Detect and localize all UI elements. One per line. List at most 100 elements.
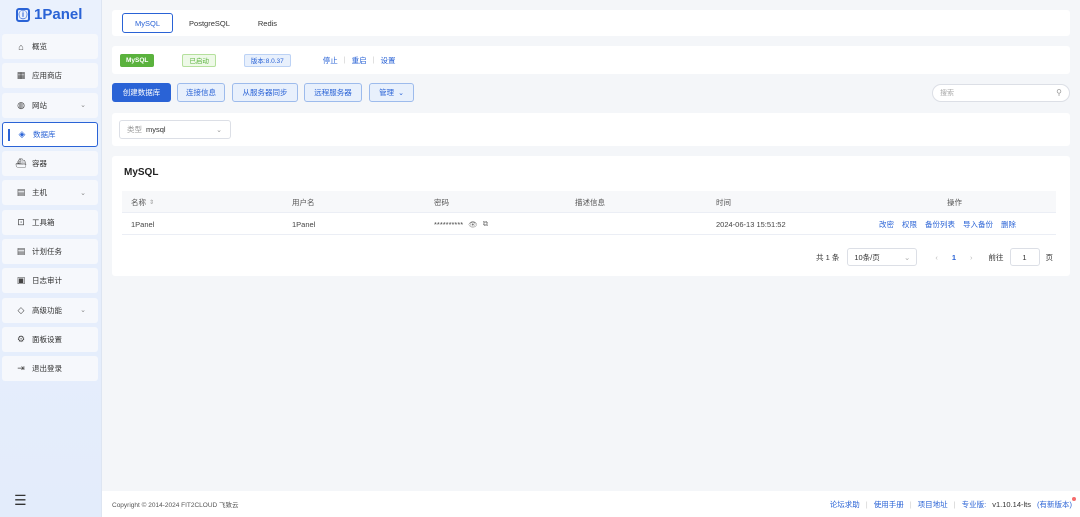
cell-name: 1Panel	[131, 219, 155, 229]
cell-actions: 改密 权限 备份列表 导入备份 删除	[879, 213, 1024, 235]
grid-icon: ▦	[16, 70, 26, 81]
chevron-down-icon: ⌄	[80, 307, 86, 315]
sidebar-item-app-store[interactable]: ▦ 应用商店	[2, 63, 98, 89]
cell-username: 1Panel	[292, 219, 316, 229]
copyright-text: Copyright © 2014-2024 FIT2CLOUD 飞致云	[112, 502, 239, 509]
filter-bar: 类型 mysql ⌄	[112, 113, 1070, 146]
sidebar-item-database[interactable]: ◈ 数据库	[2, 121, 98, 147]
home-icon: ⌂	[18, 41, 24, 52]
forum-link[interactable]: 论坛求助	[830, 499, 860, 510]
sidebar-item-label: 容器	[32, 159, 47, 169]
connection-info-button[interactable]: 连接信息	[177, 83, 225, 102]
sidebar-item-toolbox[interactable]: ⊡ 工具箱	[2, 209, 98, 235]
column-header-password: 密码	[434, 197, 449, 207]
toolbar: 创建数据库 连接信息 从服务器同步 远程服务器 管理 ⌄ 搜索 ⚲	[112, 83, 1070, 103]
sidebar-item-host[interactable]: ▤ 主机 ⌄	[2, 180, 98, 206]
sidebar-item-logout[interactable]: ⇥ 退出登录	[2, 356, 98, 382]
create-database-button[interactable]: 创建数据库	[112, 83, 171, 102]
column-label: 名称	[131, 197, 146, 207]
diamond-icon: ◇	[17, 304, 25, 315]
divider: |	[865, 499, 868, 509]
status-badge: 已启动	[182, 53, 216, 67]
prev-page-icon[interactable]: ‹	[935, 253, 938, 262]
sidebar-item-advanced[interactable]: ◇ 高级功能 ⌄	[2, 297, 98, 323]
settings-icon: ⚙	[16, 333, 26, 344]
sidebar-item-label: 概览	[32, 42, 47, 51]
table-header: 名称 ⇕ 用户名 密码 描述信息 时间 操作	[122, 191, 1056, 213]
sidebar-item-label: 工具箱	[32, 217, 55, 227]
stop-link[interactable]: 停止	[323, 55, 338, 66]
container-icon: ⛴	[15, 158, 27, 169]
delete-link[interactable]: 删除	[1001, 219, 1016, 230]
sidebar-item-label: 应用商店	[32, 71, 62, 81]
new-version-link[interactable]: (有新版本)	[1037, 496, 1076, 510]
service-ops: 停止 | 重启 | 设置	[323, 55, 396, 66]
page-size-select[interactable]: 10条/页 ⌄	[847, 248, 918, 266]
sidebar-item-label: 数据库	[33, 129, 56, 139]
sidebar-item-container[interactable]: ⛴ 容器	[2, 151, 98, 177]
logo-icon: ⓘ	[16, 7, 30, 22]
sidebar-item-label: 面板设置	[32, 334, 62, 344]
edition-link[interactable]: 专业版:	[962, 499, 987, 510]
type-select-label: 类型	[127, 125, 142, 134]
sidebar-item-log-audit[interactable]: ▣ 日志审计	[2, 268, 98, 294]
password-mask: **********	[434, 219, 464, 229]
project-link[interactable]: 项目地址	[918, 499, 948, 510]
menu-collapse-icon[interactable]: ☰	[14, 492, 27, 509]
chevron-down-icon: ⌄	[904, 252, 911, 262]
import-backup-link[interactable]: 导入备份	[963, 219, 993, 230]
toolbox-icon: ⊡	[17, 216, 25, 227]
tab-redis[interactable]: Redis	[246, 13, 289, 33]
goto-page-input[interactable]: 1	[1009, 248, 1040, 266]
db-type-tabs: MySQL PostgreSQL Redis	[112, 10, 1070, 36]
divider: |	[372, 56, 375, 64]
sidebar-item-panel-settings[interactable]: ⚙ 面板设置	[2, 326, 98, 352]
footer-links: 论坛求助 | 使用手册 | 项目地址 | 专业版: v1.10.14-lts (…	[830, 491, 1076, 517]
app-logo[interactable]: ⓘ 1Panel	[16, 6, 82, 23]
sidebar-item-label: 计划任务	[32, 247, 62, 257]
settings-link[interactable]: 设置	[380, 55, 395, 66]
version-text: v1.10.14-lts	[992, 499, 1031, 509]
goto-label: 前往	[988, 252, 1004, 262]
manual-link[interactable]: 使用手册	[874, 499, 904, 510]
copy-icon[interactable]: ⧉	[483, 219, 488, 229]
page-size-value: 10条/页	[854, 252, 880, 262]
permission-link[interactable]: 权限	[902, 219, 917, 230]
manage-dropdown-button[interactable]: 管理 ⌄	[369, 83, 414, 102]
service-status-bar: MySQL 已启动 版本:8.0.37 停止 | 重启 | 设置	[112, 46, 1070, 74]
chevron-down-icon: ⌄	[80, 102, 86, 110]
manage-label: 管理	[379, 88, 395, 97]
search-input[interactable]: 搜索 ⚲	[932, 84, 1070, 102]
pagination: 共 1 条 10条/页 ⌄ ‹ 1 › 前往 1 页	[816, 248, 1053, 266]
page-number-current[interactable]: 1	[952, 253, 956, 262]
page-unit-label: 页	[1045, 252, 1054, 262]
change-password-link[interactable]: 改密	[879, 219, 894, 230]
eye-icon[interactable]: 👁	[468, 220, 478, 229]
sidebar-item-cronjob[interactable]: ▤ 计划任务	[2, 239, 98, 265]
divider: |	[343, 56, 346, 64]
main-content: MySQL PostgreSQL Redis MySQL 已启动 版本:8.0.…	[102, 0, 1080, 517]
column-header-actions: 操作	[947, 197, 962, 207]
column-header-time: 时间	[716, 197, 731, 207]
chevron-down-icon: ⌄	[216, 126, 222, 134]
cell-time: 2024-06-13 15:51:52	[716, 219, 786, 229]
remote-server-button[interactable]: 远程服务器	[304, 83, 362, 102]
tab-mysql[interactable]: MySQL	[122, 13, 174, 33]
backup-list-link[interactable]: 备份列表	[925, 219, 955, 230]
sync-from-server-button[interactable]: 从服务器同步	[232, 83, 298, 102]
database-icon: ◈	[18, 128, 26, 139]
sidebar-item-label: 主机	[32, 188, 47, 198]
logout-icon: ⇥	[17, 363, 25, 374]
table-row: 1Panel 1Panel ********** 👁 ⧉ 2024-06-13 …	[122, 213, 1056, 235]
sidebar-item-overview[interactable]: ⌂ 概览	[2, 34, 98, 59]
tab-postgresql[interactable]: PostgreSQL	[177, 13, 242, 33]
sidebar-item-website[interactable]: ◍ 网站 ⌄	[2, 92, 98, 118]
column-header-name[interactable]: 名称 ⇕	[131, 191, 154, 213]
restart-link[interactable]: 重启	[352, 55, 367, 66]
sidebar-item-label: 日志审计	[32, 276, 62, 286]
table-title: MySQL	[124, 167, 159, 178]
next-page-icon[interactable]: ›	[970, 253, 973, 262]
divider: |	[909, 499, 912, 509]
type-select[interactable]: 类型 mysql ⌄	[119, 120, 231, 139]
log-icon: ▣	[16, 275, 26, 286]
